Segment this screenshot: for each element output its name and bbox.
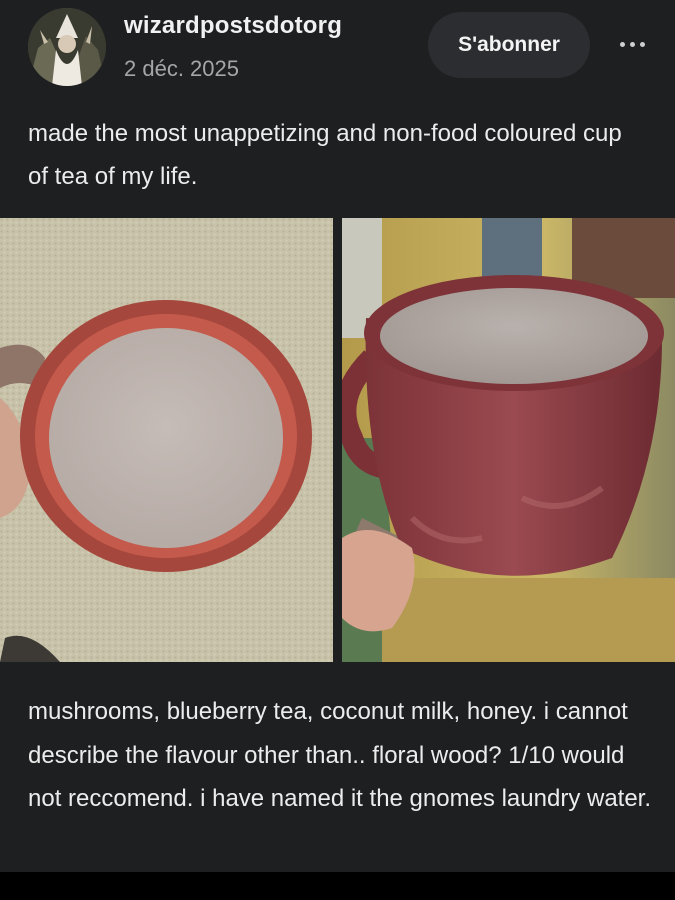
follow-button[interactable]: S'abonner	[428, 12, 590, 78]
tea-cup-top-view-image[interactable]	[0, 218, 333, 662]
photo-set	[0, 218, 675, 662]
post-body-text: mushrooms, blueberry tea, coconut milk, …	[28, 698, 652, 812]
bottom-bar	[0, 872, 675, 900]
author-username[interactable]: wizardpostsdotorg	[124, 12, 342, 40]
post-card: wizardpostsdotorg 2 déc. 2025 S'abonner …	[0, 0, 675, 872]
avatar[interactable]	[28, 8, 106, 86]
tea-cup-side-view-image[interactable]	[342, 218, 675, 662]
post-date: 2 déc. 2025	[124, 56, 239, 81]
ellipsis-icon	[629, 41, 635, 47]
more-options-button[interactable]	[608, 26, 656, 62]
ellipsis-icon	[619, 41, 625, 47]
ellipsis-icon	[639, 41, 645, 47]
post-caption: made the most unappetizing and non-food …	[28, 120, 622, 190]
wizard-avatar-icon	[28, 8, 106, 86]
